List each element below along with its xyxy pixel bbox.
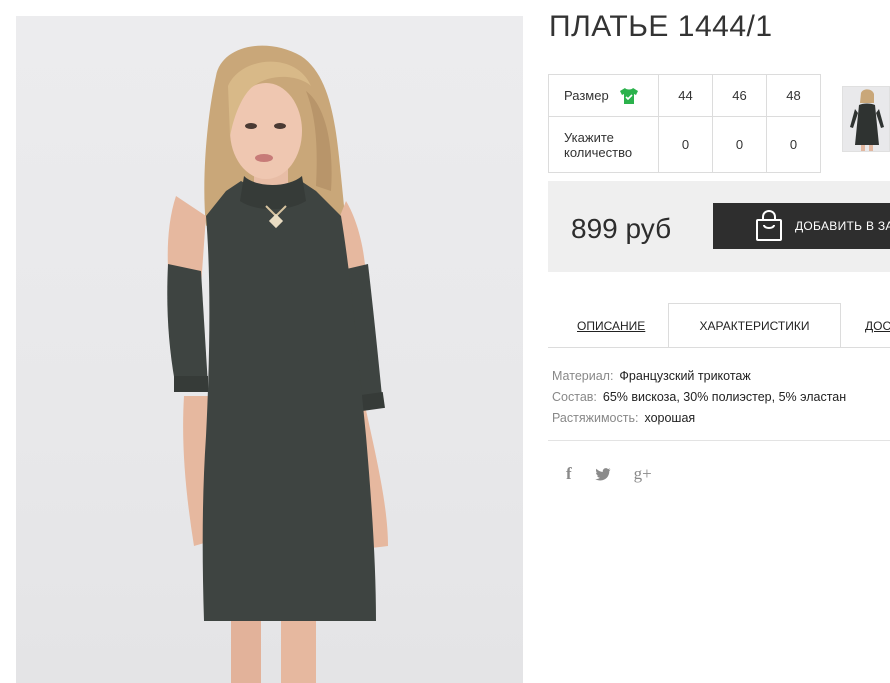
tabs-divider (548, 347, 890, 348)
product-tabs: ОПИСАНИЕ ХАРАКТЕРИСТИКИ ДОС (548, 303, 890, 348)
spec-value: хорошая (644, 411, 696, 425)
divider (548, 440, 890, 441)
tab-characteristics[interactable]: ХАРАКТЕРИСТИКИ (668, 303, 841, 348)
spec-row: Состав: 65% вискоза, 30% полиэстер, 5% эл… (552, 387, 846, 408)
tshirt-icon[interactable] (619, 87, 639, 105)
spec-value: 65% вискоза, 30% полиэстер, 5% эластан (602, 390, 847, 404)
spec-row: Растяжимость: хорошая (552, 408, 846, 429)
product-photo[interactable] (16, 16, 523, 683)
quantity-label: Укажите количество (548, 116, 659, 173)
spec-key: Материал: (552, 369, 614, 383)
specs-list: Материал: Французский трикотаж Состав: 65%… (552, 366, 846, 429)
google-plus-icon[interactable]: g+ (634, 464, 652, 484)
size-option[interactable]: 44 (658, 74, 713, 117)
thumbnail-image (850, 89, 884, 151)
quantity-input[interactable]: 0 (766, 116, 821, 173)
size-label-cell: Размер (548, 74, 659, 117)
social-share: f g+ (566, 464, 652, 484)
spec-key: Состав: (552, 390, 597, 404)
size-option[interactable]: 48 (766, 74, 821, 117)
price: 899 руб (571, 213, 672, 244)
quantity-input[interactable]: 0 (658, 116, 713, 173)
buy-box: 899 руб ДОБАВИТЬ В ЗА (548, 181, 890, 272)
tab-description[interactable]: ОПИСАНИЕ (577, 303, 645, 348)
add-to-cart-button[interactable]: ДОБАВИТЬ В ЗА (713, 203, 890, 249)
tab-delivery[interactable]: ДОС (865, 303, 890, 348)
product-title: ПЛАТЬЕ 1444/1 (549, 10, 773, 43)
quantity-input[interactable]: 0 (712, 116, 767, 173)
shopping-bag-icon (756, 210, 782, 241)
twitter-icon[interactable] (594, 467, 611, 481)
size-label: Размер (564, 88, 609, 103)
facebook-icon[interactable]: f (566, 464, 572, 484)
size-table: Размер 44 46 48 Укажите количество 0 0 0 (548, 74, 821, 173)
model-image (167, 45, 388, 683)
size-option[interactable]: 46 (712, 74, 767, 117)
spec-row: Материал: Французский трикотаж (552, 366, 846, 387)
spec-key: Растяжимость: (552, 411, 639, 425)
add-to-cart-label: ДОБАВИТЬ В ЗА (795, 219, 890, 233)
spec-value: Французский трикотаж (619, 369, 751, 383)
product-thumbnail[interactable] (842, 86, 890, 152)
